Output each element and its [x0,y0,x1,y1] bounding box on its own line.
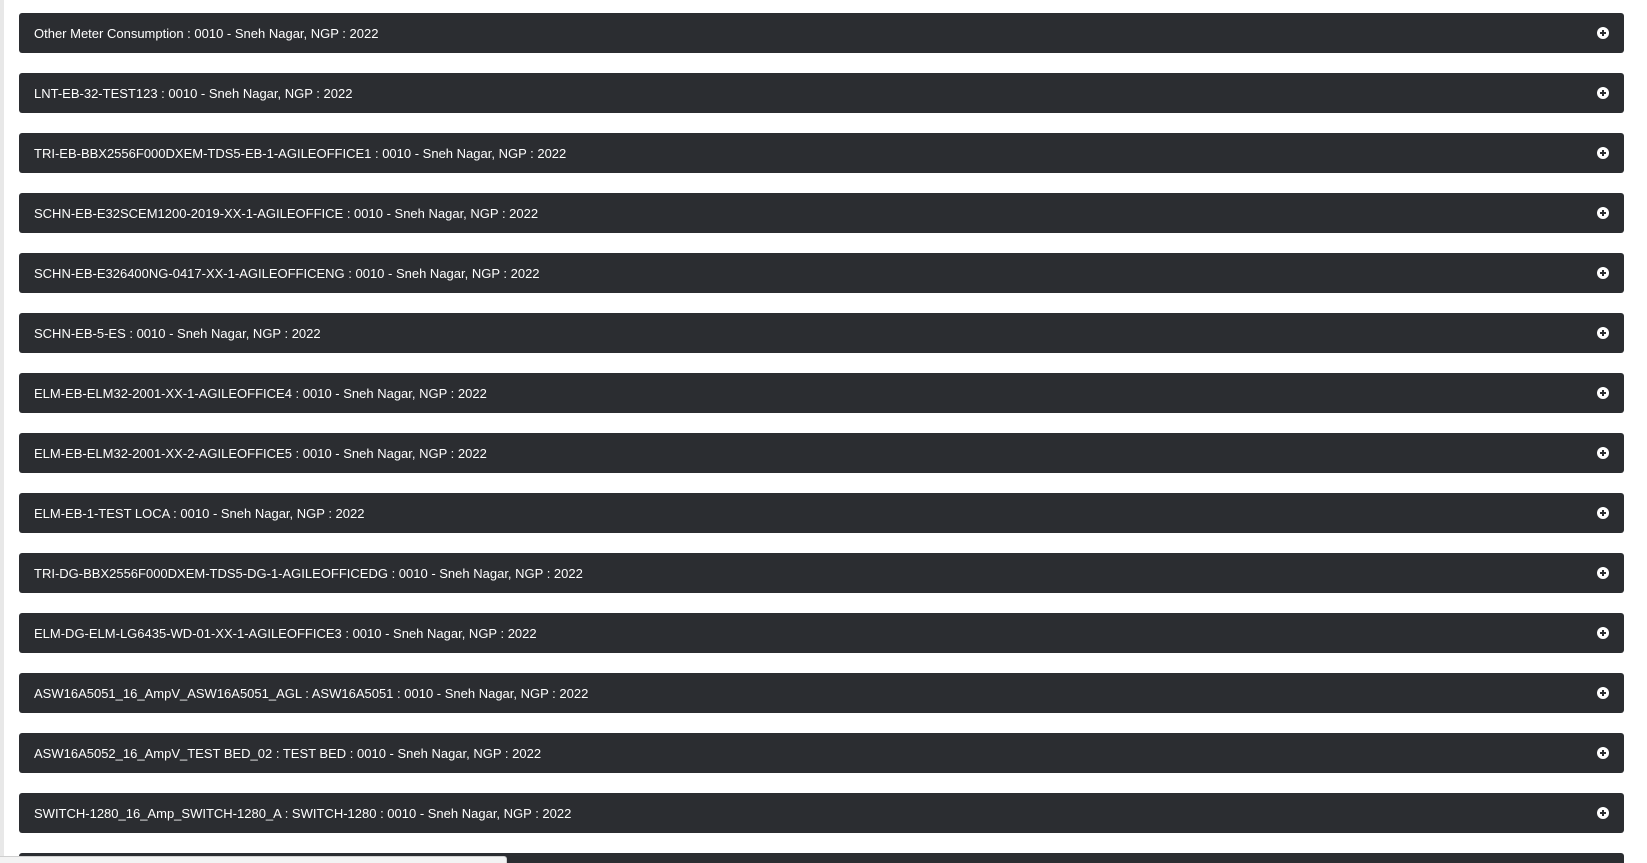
accordion-list: Other Meter Consumption : 0010 - Sneh Na… [19,13,1624,853]
accordion-panel-header[interactable]: SWITCH-1280_16_Amp_SWITCH-1280_A : SWITC… [19,793,1624,833]
left-edge [0,0,4,863]
accordion-panel-title: ASW16A5051_16_AmpV_ASW16A5051_AGL : ASW1… [34,685,589,701]
plus-circle-icon[interactable] [1597,327,1609,339]
plus-circle-icon[interactable] [1597,147,1609,159]
accordion-panel-title: TRI-DG-BBX2556F000DXEM-TDS5-DG-1-AGILEOF… [34,565,583,581]
accordion-panel-header[interactable]: TRI-DG-BBX2556F000DXEM-TDS5-DG-1-AGILEOF… [19,553,1624,593]
accordion-panel-header[interactable]: ELM-EB-1-TEST LOCA : 0010 - Sneh Nagar, … [19,493,1624,533]
page: Other Meter Consumption : 0010 - Sneh Na… [0,0,1647,863]
plus-circle-icon[interactable] [1597,447,1609,459]
accordion-panel-header[interactable]: ELM-DG-ELM-LG6435-WD-01-XX-1-AGILEOFFICE… [19,613,1624,653]
accordion-panel-header[interactable]: ASW16A5052_16_AmpV_TEST BED_02 : TEST BE… [19,733,1624,773]
accordion-panel-header[interactable]: Other Meter Consumption : 0010 - Sneh Na… [19,13,1624,53]
accordion-panel-title: ELM-EB-ELM32-2001-XX-2-AGILEOFFICE5 : 00… [34,445,487,461]
accordion-panel-title: TRI-EB-BBX2556F000DXEM-TDS5-EB-1-AGILEOF… [34,145,567,161]
accordion-panel-title: ELM-EB-1-TEST LOCA : 0010 - Sneh Nagar, … [34,505,365,521]
accordion-panel-header[interactable]: SCHN-EB-5-ES : 0010 - Sneh Nagar, NGP : … [19,313,1624,353]
plus-circle-icon[interactable] [1597,87,1609,99]
accordion-panel-title: SCHN-EB-E32SCEM1200-2019-XX-1-AGILEOFFIC… [34,205,539,221]
plus-circle-icon[interactable] [1597,807,1609,819]
accordion-panel-header[interactable]: ASW16A5051_16_AmpV_ASW16A5051_AGL : ASW1… [19,673,1624,713]
accordion-panel-title: LNT-EB-32-TEST123 : 0010 - Sneh Nagar, N… [34,85,353,101]
accordion-panel-title: ELM-EB-ELM32-2001-XX-1-AGILEOFFICE4 : 00… [34,385,487,401]
accordion-panel-header[interactable]: ELM-EB-ELM32-2001-XX-2-AGILEOFFICE5 : 00… [19,433,1624,473]
accordion-panel-title: SCHN-EB-5-ES : 0010 - Sneh Nagar, NGP : … [34,325,321,341]
browser-status-bar [0,856,507,863]
plus-circle-icon[interactable] [1597,567,1609,579]
plus-circle-icon[interactable] [1597,27,1609,39]
plus-circle-icon[interactable] [1597,747,1609,759]
plus-circle-icon[interactable] [1597,267,1609,279]
accordion-panel-header[interactable]: SCHN-EB-E32SCEM1200-2019-XX-1-AGILEOFFIC… [19,193,1624,233]
plus-circle-icon[interactable] [1597,687,1609,699]
accordion-panel-header[interactable]: SCHN-EB-E326400NG-0417-XX-1-AGILEOFFICEN… [19,253,1624,293]
plus-circle-icon[interactable] [1597,627,1609,639]
accordion-panel-header[interactable]: LNT-EB-32-TEST123 : 0010 - Sneh Nagar, N… [19,73,1624,113]
accordion-panel-title: SWITCH-1280_16_Amp_SWITCH-1280_A : SWITC… [34,805,572,821]
accordion-panel-title: SCHN-EB-E326400NG-0417-XX-1-AGILEOFFICEN… [34,265,540,281]
accordion-panel-title: Other Meter Consumption : 0010 - Sneh Na… [34,25,379,41]
accordion-panel-header[interactable]: ELM-EB-ELM32-2001-XX-1-AGILEOFFICE4 : 00… [19,373,1624,413]
plus-circle-icon[interactable] [1597,207,1609,219]
accordion-panel-header[interactable]: TRI-EB-BBX2556F000DXEM-TDS5-EB-1-AGILEOF… [19,133,1624,173]
accordion-panel-title: ASW16A5052_16_AmpV_TEST BED_02 : TEST BE… [34,745,542,761]
plus-circle-icon[interactable] [1597,387,1609,399]
accordion-panel-title: ELM-DG-ELM-LG6435-WD-01-XX-1-AGILEOFFICE… [34,625,537,641]
plus-circle-icon[interactable] [1597,507,1609,519]
